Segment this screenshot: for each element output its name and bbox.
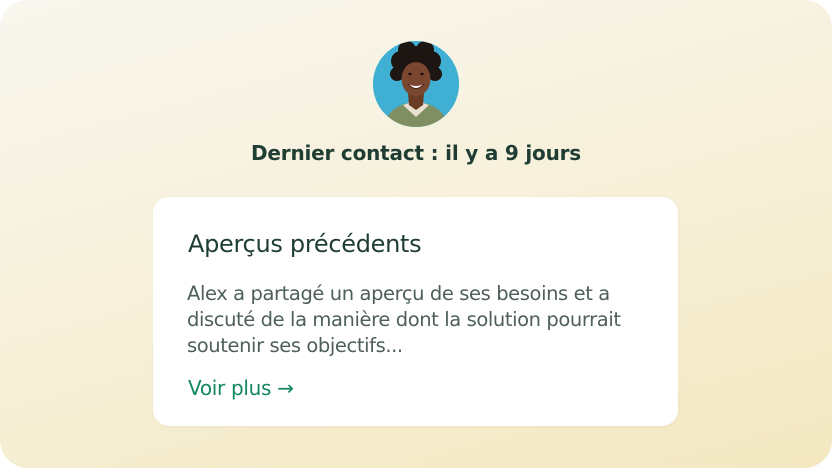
avatar	[373, 41, 459, 127]
person-avatar-icon	[373, 41, 459, 127]
contact-panel: Dernier contact : il y a 9 jours Aperçus…	[0, 0, 832, 468]
previous-insights-card: Aperçus précédents Alex a partagé un ape…	[153, 197, 678, 426]
see-more-link[interactable]: Voir plus →	[188, 376, 294, 400]
card-body-text: Alex a partagé un aperçu de ses besoins …	[187, 282, 621, 357]
last-contact-text: Dernier contact : il y a 9 jours	[251, 141, 581, 165]
card-title: Aperçus précédents	[188, 230, 422, 258]
